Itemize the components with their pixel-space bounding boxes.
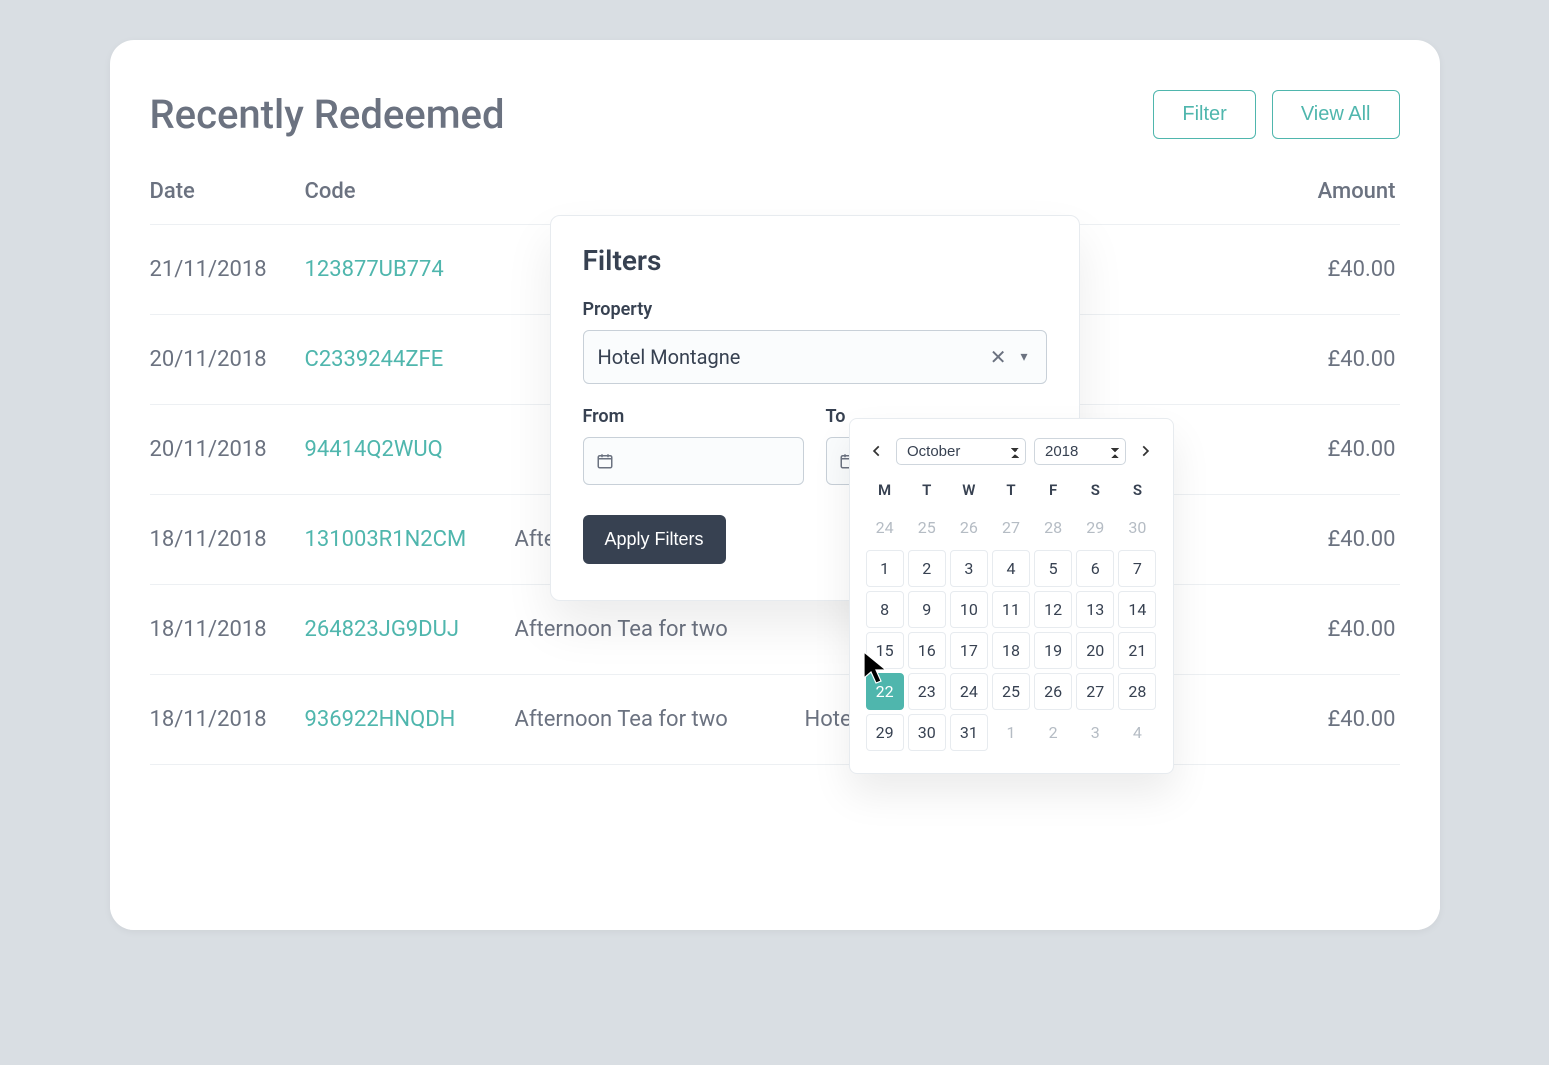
date-picker: October 2018 MTWTFSS24252627282930123456…: [849, 418, 1174, 774]
cell-date: 18/11/2018: [150, 675, 305, 765]
day-of-week: M: [866, 475, 904, 505]
day-cell[interactable]: 2: [908, 550, 946, 587]
cell-code[interactable]: 264823JG9DUJ: [305, 585, 515, 675]
cell-date: 18/11/2018: [150, 585, 305, 675]
col-date: Date: [150, 179, 305, 225]
day-cell[interactable]: 1: [866, 550, 904, 587]
day-next-month: 3: [1076, 714, 1114, 751]
cell-amount: £40.00: [1250, 405, 1400, 495]
chevron-left-icon: [870, 444, 884, 458]
day-cell[interactable]: 23: [908, 673, 946, 710]
property-value: Hotel Montagne: [598, 345, 980, 369]
day-cell[interactable]: 10: [950, 591, 988, 628]
day-prev-month: 27: [992, 509, 1030, 546]
calendar-grid: MTWTFSS242526272829301234567891011121314…: [866, 475, 1157, 751]
day-cell[interactable]: 5: [1034, 550, 1072, 587]
day-cell[interactable]: 21: [1118, 632, 1156, 669]
header-row: Recently Redeemed Filter View All: [150, 90, 1400, 139]
day-cell[interactable]: 29: [866, 714, 904, 751]
page-title: Recently Redeemed: [150, 91, 505, 138]
day-prev-month: 26: [950, 509, 988, 546]
day-next-month: 4: [1118, 714, 1156, 751]
day-cell[interactable]: 14: [1118, 591, 1156, 628]
col-code: Code: [305, 179, 515, 225]
close-icon[interactable]: ✕: [980, 345, 1017, 369]
day-cell[interactable]: 24: [950, 673, 988, 710]
day-of-week: S: [1118, 475, 1156, 505]
day-cell[interactable]: 30: [908, 714, 946, 751]
table-row: 18/11/2018936922HNQDHAfternoon Tea for t…: [150, 675, 1400, 765]
next-month-button[interactable]: [1134, 437, 1156, 465]
content-card: Recently Redeemed Filter View All Date C…: [110, 40, 1440, 930]
year-select[interactable]: 2018: [1034, 438, 1126, 465]
day-prev-month: 30: [1118, 509, 1156, 546]
day-cell[interactable]: 31: [950, 714, 988, 751]
day-cell[interactable]: 17: [950, 632, 988, 669]
day-cell[interactable]: 20: [1076, 632, 1114, 669]
day-cell[interactable]: 8: [866, 591, 904, 628]
property-label: Property: [583, 299, 1047, 320]
day-cell[interactable]: 16: [908, 632, 946, 669]
cell-date: 21/11/2018: [150, 225, 305, 315]
day-of-week: W: [950, 475, 988, 505]
month-select[interactable]: October: [896, 438, 1026, 465]
cell-date: 20/11/2018: [150, 405, 305, 495]
chevron-down-icon[interactable]: ▾: [1016, 349, 1031, 365]
day-cell[interactable]: 4: [992, 550, 1030, 587]
cell-amount: £40.00: [1250, 315, 1400, 405]
header-actions: Filter View All: [1153, 90, 1399, 139]
chevron-right-icon: [1138, 444, 1152, 458]
day-next-month: 2: [1034, 714, 1072, 751]
cell-desc: Afternoon Tea for two: [515, 675, 805, 765]
day-cell[interactable]: 15: [866, 632, 904, 669]
day-prev-month: 28: [1034, 509, 1072, 546]
cell-amount: £40.00: [1250, 585, 1400, 675]
filter-button[interactable]: Filter: [1153, 90, 1255, 139]
day-of-week: T: [908, 475, 946, 505]
day-prev-month: 25: [908, 509, 946, 546]
day-cell[interactable]: 7: [1118, 550, 1156, 587]
day-next-month: 1: [992, 714, 1030, 751]
cell-amount: £40.00: [1250, 225, 1400, 315]
from-label: From: [583, 406, 804, 427]
day-of-week: T: [992, 475, 1030, 505]
day-cell[interactable]: 18: [992, 632, 1030, 669]
view-all-button[interactable]: View All: [1272, 90, 1400, 139]
calendar-header: October 2018: [866, 437, 1157, 465]
day-cell[interactable]: 11: [992, 591, 1030, 628]
day-prev-month: 24: [866, 509, 904, 546]
day-cell[interactable]: 6: [1076, 550, 1114, 587]
day-cell[interactable]: 9: [908, 591, 946, 628]
cell-code[interactable]: C2339244ZFE: [305, 315, 515, 405]
day-of-week: S: [1076, 475, 1114, 505]
day-cell[interactable]: 12: [1034, 591, 1072, 628]
day-of-week: F: [1034, 475, 1072, 505]
calendar-icon: [596, 452, 614, 470]
from-date-input[interactable]: [583, 437, 804, 485]
col-amount: Amount: [1250, 179, 1400, 225]
day-cell[interactable]: 25: [992, 673, 1030, 710]
day-prev-month: 29: [1076, 509, 1114, 546]
day-cell[interactable]: 3: [950, 550, 988, 587]
day-cell[interactable]: 22: [866, 673, 904, 710]
cell-code[interactable]: 936922HNQDH: [305, 675, 515, 765]
from-col: From: [583, 406, 804, 485]
day-cell[interactable]: 26: [1034, 673, 1072, 710]
day-cell[interactable]: 28: [1118, 673, 1156, 710]
prev-month-button[interactable]: [866, 437, 888, 465]
cell-date: 18/11/2018: [150, 495, 305, 585]
day-cell[interactable]: 27: [1076, 673, 1114, 710]
cell-code[interactable]: 123877UB774: [305, 225, 515, 315]
day-cell[interactable]: 19: [1034, 632, 1072, 669]
cell-code[interactable]: 94414Q2WUQ: [305, 405, 515, 495]
cell-amount: £40.00: [1250, 675, 1400, 765]
cell-amount: £40.00: [1250, 495, 1400, 585]
filters-title: Filters: [583, 244, 1047, 277]
property-select[interactable]: Hotel Montagne ✕ ▾: [583, 330, 1047, 384]
cell-date: 20/11/2018: [150, 315, 305, 405]
apply-filters-button[interactable]: Apply Filters: [583, 515, 726, 564]
day-cell[interactable]: 13: [1076, 591, 1114, 628]
cell-code[interactable]: 131003R1N2CM: [305, 495, 515, 585]
